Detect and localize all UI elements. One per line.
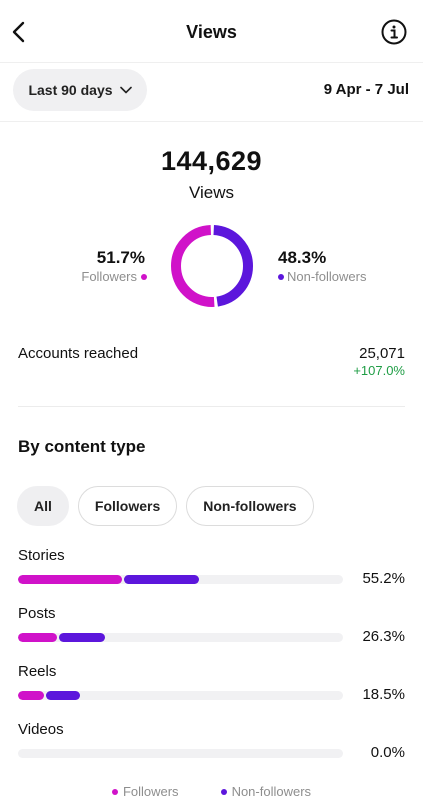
bar-row-posts: Posts 26.3% [0,604,423,662]
date-range-text: 9 Apr - 7 Jul [323,81,409,98]
bar-segment-nonfollowers [59,633,105,642]
content-type-bars: Stories 55.2% Posts 26.3% Reels 18.5% Vi… [0,546,423,778]
bar-percentage: 26.3% [362,628,405,645]
filter-chip-all[interactable]: All [17,486,69,526]
section-title: By content type [18,437,146,456]
divider [18,406,405,407]
bar-track [18,749,343,758]
views-donut-chart [171,225,253,307]
filter-chip-followers[interactable]: Followers [77,486,178,526]
bar-track [18,575,343,584]
accounts-reached-change: +107.0% [353,363,405,378]
bar-label: Stories [18,547,65,564]
bar-row-videos: Videos 0.0% [0,720,423,778]
followers-percentage: 51.7% [96,248,145,267]
bar-percentage: 18.5% [362,686,405,703]
range-dropdown-label: Last 90 days [28,82,113,98]
info-circle-icon [381,19,407,45]
legend-followers-dot [111,788,118,795]
bars-legend: Followers Non-followers [0,784,423,799]
total-views: 144,629 [160,146,263,176]
bar-percentage: 0.0% [370,744,405,761]
date-range-row: Last 90 days 9 Apr - 7 Jul [0,62,423,122]
range-dropdown[interactable]: Last 90 days [13,69,147,111]
followers-label: Followers [81,269,137,284]
nonfollowers-dot [278,273,284,280]
bar-segment-nonfollowers [46,691,81,700]
total-views-label: Views [188,183,235,202]
accounts-reached-label: Accounts reached [18,345,139,362]
nonfollowers-percentage: 48.3% [278,248,327,267]
legend-followers: Followers [111,784,179,799]
bar-label: Reels [18,663,57,680]
filter-chip-nonfollowers[interactable]: Non-followers [186,486,314,526]
bar-segment-followers [18,575,122,584]
bar-segment-followers [18,691,44,700]
info-button[interactable] [381,19,407,45]
followers-dot [141,273,147,280]
legend-followers-label: Followers [122,784,179,799]
bar-percentage: 55.2% [362,570,405,587]
bar-segment-followers [18,633,57,642]
content-filter-chips: All Followers Non-followers [17,486,314,526]
bar-row-reels: Reels 18.5% [0,662,423,720]
top-bar: Views [0,0,423,62]
page-title: Views [186,22,237,42]
nonfollowers-label: Non-followers [287,269,367,284]
bar-track [18,691,343,700]
chevron-down-icon [119,86,132,94]
legend-nonfollowers-label: Non-followers [231,784,312,799]
bar-segment-nonfollowers [124,575,199,584]
bar-label: Videos [18,721,64,738]
accounts-reached-value: 25,071 [359,345,405,362]
bar-label: Posts [18,605,56,622]
legend-nonfollowers: Non-followers [220,784,312,799]
bar-track [18,633,343,642]
legend-nonfollowers-dot [220,788,227,795]
bar-row-stories: Stories 55.2% [0,546,423,604]
nonfollowers-legend: Non-followers [278,269,366,284]
followers-legend: Followers [81,269,147,284]
